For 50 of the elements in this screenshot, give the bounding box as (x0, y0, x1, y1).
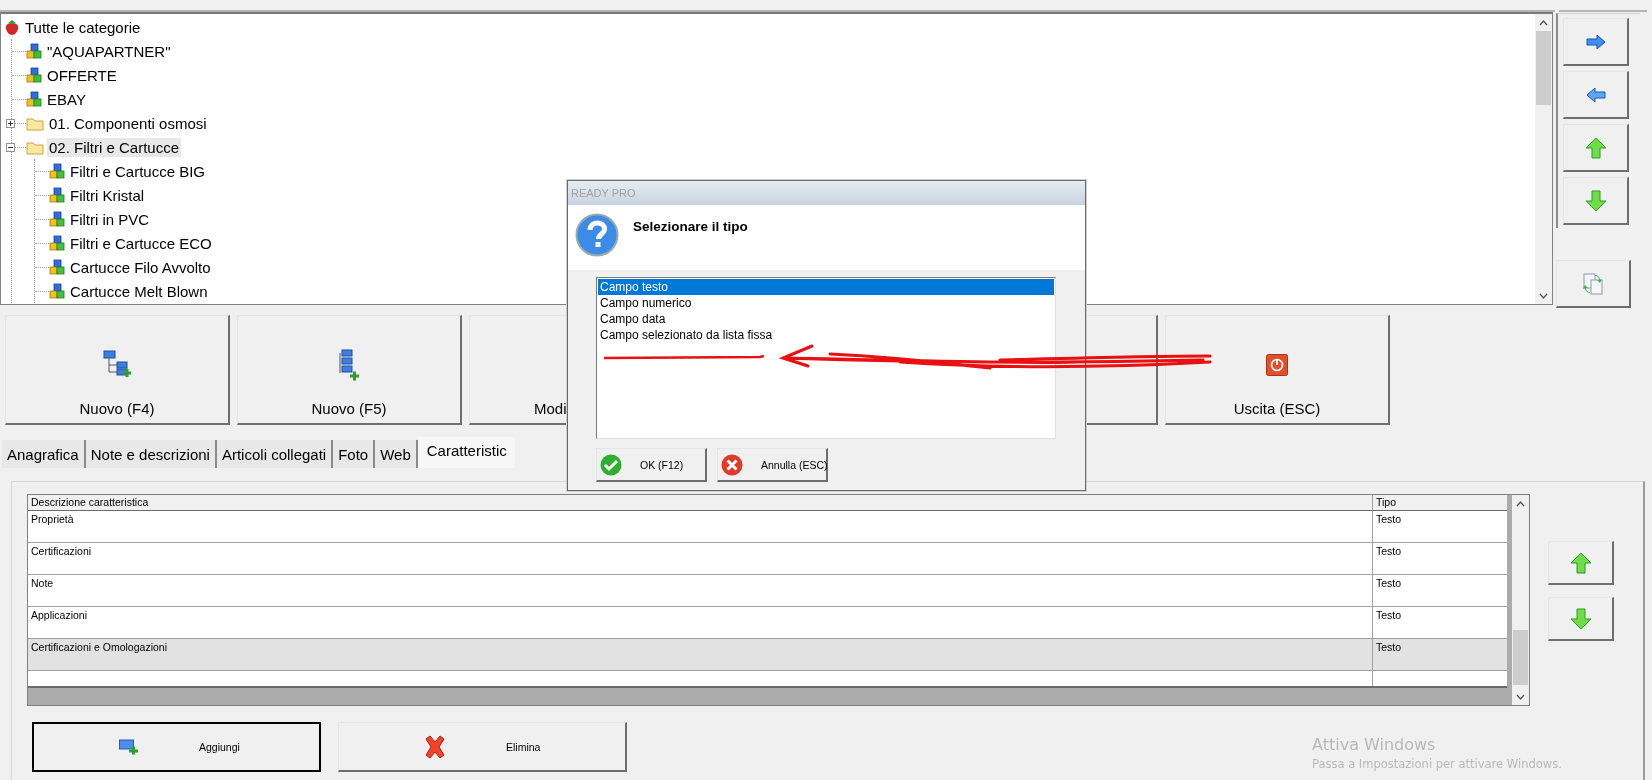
list-item[interactable]: Campo testo (598, 279, 1054, 295)
tree-item[interactable]: 01. Componenti osmosi (47, 113, 209, 133)
tab[interactable]: Anagrafica (2, 440, 86, 468)
list-item[interactable]: Campo data (598, 311, 1054, 327)
tree-item[interactable]: Filtri in PVC (68, 209, 152, 229)
tree-item[interactable]: EBAY (45, 89, 88, 109)
column-header: Descrizione caratteristica (28, 495, 1373, 510)
activation-text: Passa a Impostazioni per attivare Windows. (1312, 757, 1562, 771)
dialog-title: READY PRO (568, 181, 1085, 205)
tab[interactable]: Web (375, 440, 418, 468)
column-header: Tipo (1375, 495, 1398, 510)
table-cell-text: Testo (1375, 576, 1403, 591)
tree-item[interactable]: Tutte le categorie (23, 17, 143, 37)
toolbar-button[interactable]: Nuovo (F4) (5, 315, 230, 425)
table-cell-text: Testo (1375, 512, 1403, 527)
table-cell-text: Testo (1375, 544, 1403, 559)
dialog-heading: Selezionare il tipo (633, 219, 748, 236)
table-cell: Note (28, 575, 1373, 606)
type-list[interactable]: Campo testo Campo numerico Campo data Campo selezionato da lista fissa (596, 277, 1056, 439)
ok-button[interactable]: OK (F12) (596, 448, 707, 482)
tree-item[interactable]: Cartucce Melt Blown (68, 281, 210, 301)
tab[interactable]: Note e descrizioni (85, 440, 217, 468)
table-cell-text: Testo (1375, 640, 1403, 655)
tab[interactable]: Articoli collegati (216, 440, 334, 468)
list-item[interactable]: Campo selezionato da lista fissa (598, 327, 1054, 343)
tree-item[interactable]: Filtri e Cartucce BIG (68, 161, 208, 181)
tree-item[interactable]: Filtri e Cartucce ECO (68, 233, 214, 253)
table-cell: Proprietà (28, 511, 1373, 542)
table-row[interactable]: Certificazioni e Omologazioni Testo (28, 639, 1507, 671)
cancel-button[interactable]: Annulla (ESC) (717, 448, 828, 482)
toolbar-button[interactable]: Uscita (ESC) (1165, 315, 1390, 425)
table-cell-text: Testo (1375, 608, 1403, 623)
table-row[interactable]: Note Testo (28, 575, 1507, 607)
delete-button[interactable]: Elimina (338, 722, 627, 772)
table-cell: Certificazioni e Omologazioni (28, 639, 1373, 670)
table-cell: Certificazioni (28, 543, 1373, 574)
table-row[interactable]: Certificazioni Testo (28, 543, 1507, 575)
activation-title: Attiva Windows (1312, 735, 1437, 754)
table-cell: Applicazioni (28, 607, 1373, 638)
list-item[interactable]: Campo numerico (598, 295, 1054, 311)
tree-item[interactable]: "AQUAPARTNER" (45, 41, 173, 61)
tree-item[interactable]: Cartucce Filo Avvolto (68, 257, 213, 277)
tab[interactable]: Caratteristic (417, 437, 515, 468)
toolbar-button[interactable]: Nuovo (F5) (237, 315, 462, 425)
tree-item[interactable]: OFFERTE (45, 65, 119, 85)
add-button[interactable]: Aggiungi (32, 722, 321, 772)
tab[interactable]: Foto (333, 440, 376, 468)
tree-item[interactable]: 02. Filtri e Cartucce (47, 137, 182, 157)
table-row[interactable]: Proprietà Testo (28, 511, 1507, 543)
tree-item[interactable]: Filtri Kristal (68, 185, 147, 205)
